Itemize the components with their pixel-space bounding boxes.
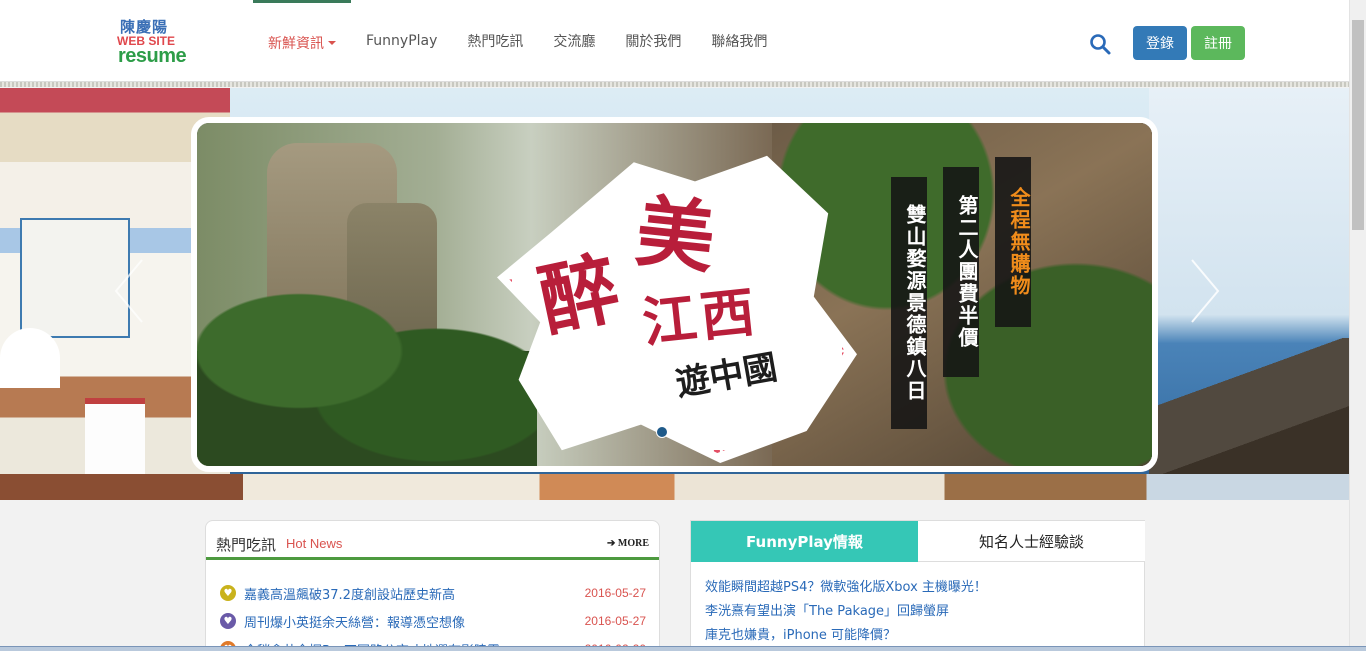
main-nav: 新鮮資訊 FunnyPlay 熱門吃訊 交流廳 關於我們 聯絡我們 [253, 0, 782, 82]
hot-news-panel: 熱門吃訊 Hot News ➔ MORE ♥ 嘉義高溫飆破37.2度創設站歷史新… [205, 520, 660, 651]
nav-item-hot-food[interactable]: 熱門吃訊 [452, 0, 538, 82]
more-link[interactable]: ➔ MORE [607, 538, 649, 549]
panel-title-en: Hot News [286, 536, 343, 551]
content-area [0, 500, 1349, 651]
carousel-prev-button[interactable] [112, 256, 146, 326]
dome-shape [0, 328, 60, 388]
slide-tag-discount: 第二人團費半價 [943, 167, 979, 377]
carousel-next-button[interactable] [1188, 256, 1222, 326]
scrollbar-thumb[interactable] [1352, 20, 1364, 230]
site-logo[interactable]: 陳慶陽 WEB SITE resume [117, 16, 191, 70]
nav-item-label: 交流廳 [553, 34, 596, 50]
os-taskbar-edge [0, 646, 1366, 651]
nav-item-about[interactable]: 關於我們 [610, 0, 696, 82]
funnyplay-item[interactable]: 李洸熹有望出演「The Pakage」回歸螢屏 [705, 600, 987, 624]
carousel-dot-1[interactable] [656, 426, 668, 438]
chevron-down-icon [328, 40, 336, 45]
funnyplay-panel: FunnyPlay情報 知名人士經驗談 效能瞬間超越PS4？微軟強化版Xbox … [690, 520, 1145, 651]
news-item[interactable]: ♥ 周刊爆小英挺余天絲營：報導憑空想像 2016-05-27 [220, 607, 646, 635]
nav-item-contact[interactable]: 聯絡我們 [696, 0, 782, 82]
nav-item-label: 關於我們 [625, 34, 682, 50]
page-scrollbar[interactable] [1349, 0, 1366, 651]
funnyplay-list: 效能瞬間超越PS4？微軟強化版Xbox 主機曝光！ 李洸熹有望出演「The Pa… [705, 576, 987, 648]
carousel-slide[interactable]: 醉 美 江西 遊中國 雙山婺源景德鎮八日 第二人團費半價 全程無購物 [191, 117, 1158, 472]
tab-funnyplay-news[interactable]: FunnyPlay情報 [691, 521, 918, 562]
chevron-left-icon [114, 259, 143, 323]
news-item-date: 2016-05-27 [584, 614, 646, 628]
register-button[interactable]: 註冊 [1191, 26, 1245, 60]
nav-item-label: FunnyPlay [366, 33, 438, 49]
forest-shape [197, 263, 537, 466]
chevron-right-icon [1191, 259, 1220, 323]
search-icon [1090, 34, 1111, 55]
nav-item-label: 熱門吃訊 [467, 34, 524, 50]
news-item[interactable]: ♥ 嘉義高溫飆破37.2度創設站歷史新高 2016-05-27 [220, 579, 646, 607]
panel-title-underline [206, 557, 659, 560]
news-item-text: 周刊爆小英挺余天絲營：報導憑空想像 [244, 615, 466, 631]
logo-line3: resume [118, 45, 187, 67]
nav-item-news[interactable]: 新鮮資訊 [253, 0, 351, 82]
heart-icon: ♥ [220, 613, 236, 629]
nav-item-label: 新鮮資訊 [268, 35, 324, 52]
news-item-date: 2016-05-27 [584, 586, 646, 600]
more-label: MORE [617, 538, 649, 549]
carousel-indicators [656, 426, 690, 438]
slide-tag-no-shopping: 全程無購物 [995, 157, 1031, 327]
login-button[interactable]: 登錄 [1133, 26, 1187, 60]
news-list: ♥ 嘉義高溫飆破37.2度創設站歷史新高 2016-05-27 ♥ 周刊爆小英挺… [220, 579, 646, 651]
news-item-text: 嘉義高溫飆破37.2度創設站歷史新高 [244, 587, 455, 603]
tab-celebrity-stories[interactable]: 知名人士經驗談 [918, 521, 1145, 562]
slide-title-char2: 美 [631, 186, 719, 285]
funnyplay-item[interactable]: 庫克也嫌貴，iPhone 可能降價？ [705, 624, 987, 648]
slide-tag-route: 雙山婺源景德鎮八日 [891, 177, 927, 429]
rooftops-strip [0, 474, 1349, 500]
heart-icon: ♥ [220, 585, 236, 601]
funnyplay-item[interactable]: 效能瞬間超越PS4？微軟強化版Xbox 主機曝光！ [705, 576, 987, 600]
panel-title: 熱門吃訊 [216, 536, 277, 554]
nav-item-funnyplay[interactable]: FunnyPlay [351, 0, 452, 82]
carousel-dot-2[interactable] [678, 426, 690, 438]
site-header: 陳慶陽 WEB SITE resume 新鮮資訊 FunnyPlay 熱門吃訊 … [0, 0, 1349, 87]
nav-item-forum[interactable]: 交流廳 [538, 0, 610, 82]
search-button[interactable] [1088, 32, 1112, 56]
nav-item-label: 聯絡我們 [711, 34, 768, 50]
